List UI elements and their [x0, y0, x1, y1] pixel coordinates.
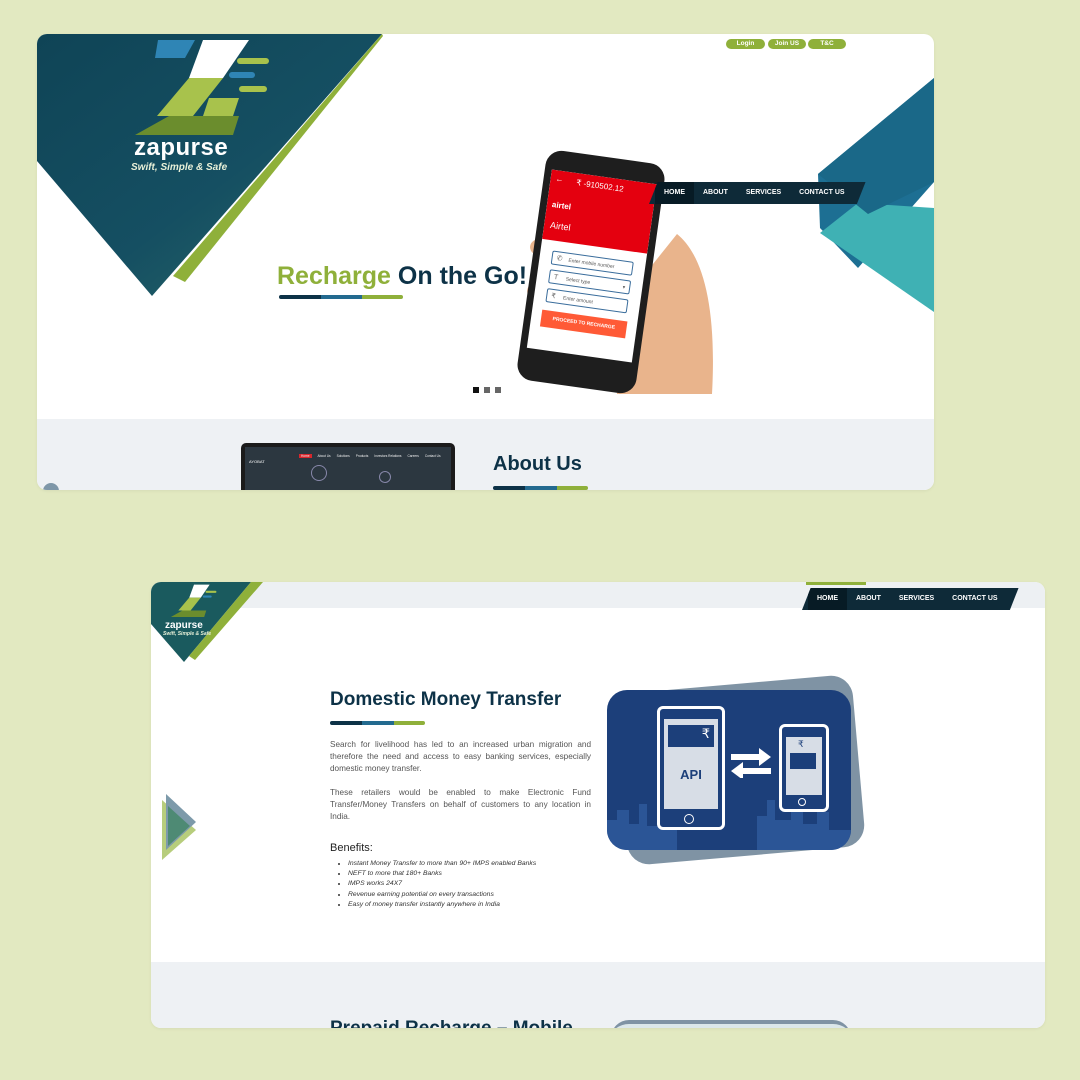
rupee-icon: ₹ [550, 292, 557, 301]
main-nav: HOME ABOUT SERVICES CONTACT US [649, 182, 866, 204]
laptop-screen: AYOBAT Home About Us Solutions Products … [245, 447, 451, 490]
phone-rupee-symbol: ₹ [798, 739, 804, 749]
list-item: IMPS works 24X7 [348, 879, 536, 889]
dmt-paragraph-2: These retailers would be enabled to make… [330, 788, 591, 821]
prepaid-illustration-peek [611, 1020, 851, 1028]
list-item: Instant Money Transfer to more than 90+ … [348, 859, 536, 869]
sticky-nav-services[interactable]: SERVICES [890, 588, 943, 610]
operator-name: Airtel [549, 219, 572, 233]
phone-screen: ← ₹ -910502.12 airtel Airtel ✆ Enter mob… [526, 169, 657, 363]
api-tablet-icon: ₹ API [657, 706, 725, 830]
benefits-title: Benefits: [330, 842, 373, 854]
mobile-phone-icon: ₹ [779, 724, 829, 812]
dmt-illustration: ₹ API ₹ [607, 673, 869, 867]
hero-screenshot-card: zapurse Swift, Simple & Safe Login Join … [37, 34, 934, 490]
carousel-dots [473, 387, 501, 393]
device-icon [379, 471, 391, 483]
prev-arrow-icon[interactable] [43, 483, 59, 490]
top-links-sliver [806, 582, 866, 585]
prepaid-recharge-section: Prepaid Recharge – Mobile [151, 962, 1045, 1028]
login-link[interactable]: Login [726, 39, 765, 49]
carousel-dot-2[interactable] [484, 387, 490, 393]
prepaid-recharge-title: Prepaid Recharge – Mobile [330, 1018, 573, 1028]
back-arrow-icon[interactable]: ← [555, 174, 564, 184]
hero-headline-underline [279, 295, 403, 299]
chevron-down-icon: ▾ [622, 284, 626, 291]
sticky-nav-about[interactable]: ABOUT [847, 588, 890, 610]
hero-headline-main: On the Go! [397, 262, 528, 290]
transfer-arrows-icon [731, 748, 771, 778]
wallet-balance: ₹ -910502.12 [575, 178, 625, 194]
list-item: Revenue earning potential on every trans… [348, 890, 536, 900]
wifi-icon [311, 465, 327, 481]
proceed-to-recharge-button[interactable]: PROCEED TO RECHARGE [539, 309, 628, 339]
operator-header: ← ₹ -910502.12 airtel Airtel [542, 169, 657, 254]
nav-services[interactable]: SERVICES [737, 182, 790, 204]
services-screenshot-card: zapurse Swift, Simple & Safe HOME ABOUT … [151, 582, 1045, 1028]
brand-name: zapurse [134, 134, 229, 161]
tnc-link[interactable]: T&C [808, 39, 846, 49]
api-label: API [680, 767, 702, 782]
about-section: AYOBAT Home About Us Solutions Products … [37, 419, 934, 490]
small-brand-name: zapurse [165, 620, 203, 631]
list-item: NEFT to more that 180+ Banks [348, 869, 536, 879]
dmt-title: Domestic Money Transfer [330, 689, 562, 710]
brand-tagline: Swift, Simple & Safe [131, 162, 228, 173]
previous-slide-arrow-icon[interactable] [160, 792, 200, 862]
phone-icon: ✆ [556, 255, 563, 263]
dmt-paragraph-1: Search for livelihood has led to an incr… [330, 740, 591, 773]
hero-headline-accent: Recharge [277, 262, 391, 290]
carousel-dot-1[interactable] [473, 387, 479, 393]
hero-headline: Recharge On the Go! [277, 262, 527, 291]
zapurse-small-logo-icon [170, 584, 217, 617]
benefits-list: Instant Money Transfer to more than 90+ … [330, 859, 536, 910]
laptop-nav: Home About Us Solutions Products Investo… [299, 454, 441, 458]
nav-contact-us[interactable]: CONTACT US [790, 182, 853, 204]
about-title-underline [493, 486, 588, 490]
about-title: About Us [493, 453, 582, 475]
join-us-link[interactable]: Join US [768, 39, 806, 49]
sticky-nav-home[interactable]: HOME [808, 588, 847, 610]
sticky-nav-contact-us[interactable]: CONTACT US [943, 588, 1006, 610]
nav-home[interactable]: HOME [655, 182, 694, 204]
list-item: Easy of money transfer instantly anywher… [348, 900, 536, 910]
zapurse-logo-icon [135, 40, 269, 135]
nav-about[interactable]: ABOUT [694, 182, 737, 204]
illustration-front-card: ₹ API ₹ [607, 690, 851, 850]
type-icon: T [553, 273, 559, 282]
carousel-dot-3[interactable] [495, 387, 501, 393]
airtel-logo: airtel [551, 199, 572, 212]
rupee-symbol: ₹ [701, 726, 710, 741]
dmt-title-underline [330, 721, 425, 725]
laptop-brand: AYOBAT [249, 459, 265, 464]
sticky-main-nav: HOME ABOUT SERVICES CONTACT US [802, 588, 1019, 610]
small-brand-tagline: Swift, Simple & Safe [163, 631, 212, 637]
laptop-mockup: AYOBAT Home About Us Solutions Products … [241, 443, 455, 490]
